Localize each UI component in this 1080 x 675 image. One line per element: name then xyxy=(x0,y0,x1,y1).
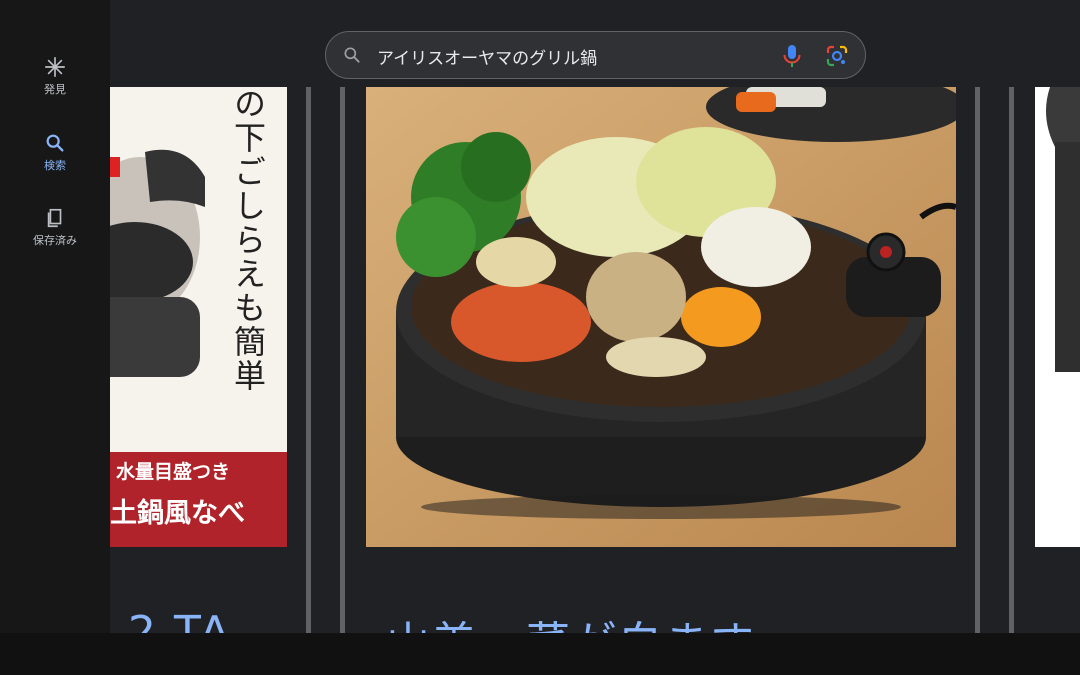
ad-banner-line1: 水量目盛つき xyxy=(116,461,231,483)
card-divider xyxy=(306,87,311,633)
bottom-bar xyxy=(0,633,1080,675)
search-icon xyxy=(344,47,360,63)
result-image-left[interactable]: の下ごしらえも簡単 水量目盛つき 土鍋風なべ xyxy=(110,87,287,547)
mic-icon[interactable] xyxy=(781,44,803,68)
ad-banner-line2: 土鍋風なべ xyxy=(110,498,245,529)
result-title-center[interactable]: 山美 · 菜が白ます xyxy=(386,607,756,633)
nav-item-label: 発見 xyxy=(44,83,66,96)
result-title-right[interactable]: ー xyxy=(1058,607,1080,633)
saved-icon xyxy=(47,208,62,228)
nav-item-discover[interactable]: 発見 xyxy=(0,56,110,97)
search-bar[interactable]: アイリスオーヤマのグリル鍋 xyxy=(325,31,866,79)
result-title-left[interactable]: 2 TA xyxy=(128,607,232,633)
ad-vertical-text: の下ごしらえも簡単 xyxy=(229,87,267,393)
discover-icon xyxy=(45,57,65,77)
main-content: アイリスオーヤマのグリル鍋 の下ごしらえも簡単 水量目盛つき 土鍋風なべ 2 T… xyxy=(110,0,1080,633)
search-query[interactable]: アイリスオーヤマのグリル鍋 xyxy=(377,44,597,69)
nav-rail: 発見 検索 保存済み xyxy=(0,0,110,633)
card-divider xyxy=(975,87,980,633)
card-divider xyxy=(1009,87,1014,633)
result-image-right[interactable] xyxy=(1035,87,1080,547)
google-lens-icon[interactable] xyxy=(826,45,848,67)
image-results-carousel: の下ごしらえも簡単 水量目盛つき 土鍋風なべ 2 TA xyxy=(110,87,1080,633)
search-icon xyxy=(46,134,64,152)
card-divider xyxy=(340,87,345,633)
result-image-center[interactable] xyxy=(366,87,956,547)
hot-pot-photo xyxy=(366,87,956,547)
nav-item-label: 保存済み xyxy=(33,234,77,247)
nav-item-search[interactable]: 検索 xyxy=(0,132,110,173)
nav-item-label: 検索 xyxy=(44,159,66,172)
nav-item-saved[interactable]: 保存済み xyxy=(0,207,110,248)
grill-pot-photo xyxy=(1035,87,1080,547)
